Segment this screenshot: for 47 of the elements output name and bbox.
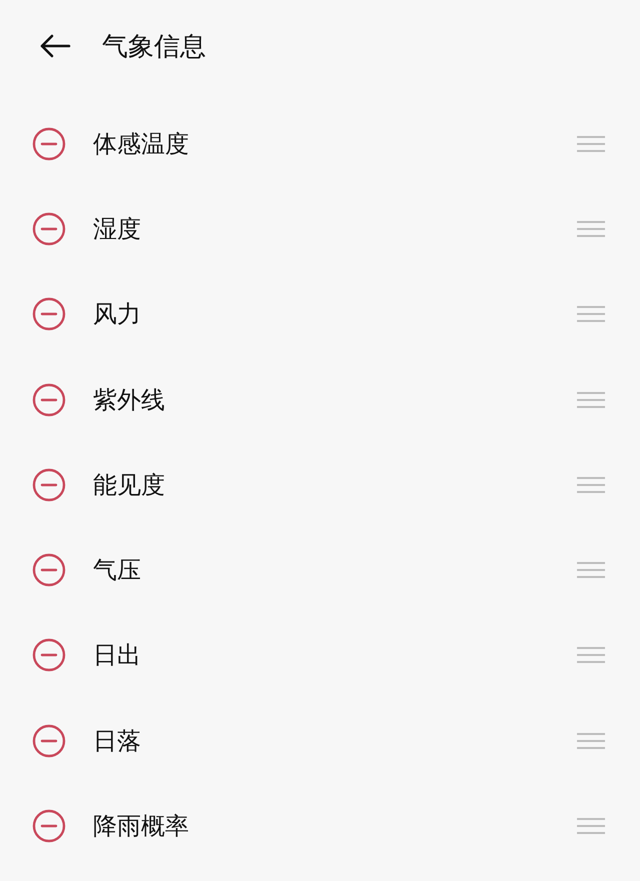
item-label: 紫外线	[93, 384, 166, 416]
drag-handle[interactable]	[576, 817, 606, 836]
minus-circle-icon	[32, 468, 66, 502]
remove-button[interactable]	[32, 382, 66, 417]
item-label: 气压	[93, 555, 142, 586]
drag-handle-icon	[576, 220, 606, 238]
drag-handle[interactable]	[576, 390, 606, 409]
minus-circle-icon	[32, 638, 66, 672]
drag-handle-icon	[576, 476, 606, 494]
drag-handle[interactable]	[576, 561, 606, 580]
drag-handle-icon	[576, 817, 606, 836]
item-label: 体感温度	[93, 128, 190, 160]
remove-button[interactable]	[32, 468, 66, 502]
minus-circle-icon	[32, 809, 66, 844]
drag-handle-icon	[576, 134, 606, 153]
page-title: 气象信息	[102, 30, 206, 64]
remove-button[interactable]	[32, 553, 66, 588]
item-label: 能见度	[93, 470, 166, 501]
drag-handle[interactable]	[576, 732, 606, 750]
item-label: 日落	[93, 726, 142, 757]
drag-handle[interactable]	[576, 646, 606, 664]
item-label: 降雨概率	[93, 811, 190, 842]
drag-handle[interactable]	[576, 220, 606, 238]
back-arrow-icon	[39, 34, 71, 58]
item-label: 风力	[93, 299, 142, 330]
drag-handle-icon	[576, 732, 606, 750]
minus-circle-icon	[32, 212, 66, 246]
minus-circle-icon	[32, 553, 66, 588]
drag-handle-icon	[576, 390, 606, 409]
drag-handle-icon	[576, 305, 606, 324]
remove-button[interactable]	[32, 638, 66, 672]
minus-circle-icon	[32, 724, 66, 758]
drag-handle-icon	[576, 646, 606, 664]
drag-handle[interactable]	[576, 476, 606, 494]
remove-button[interactable]	[32, 724, 66, 758]
minus-circle-icon	[32, 382, 66, 417]
drag-handle-icon	[576, 561, 606, 580]
remove-button[interactable]	[32, 212, 66, 246]
minus-circle-icon	[32, 297, 66, 332]
remove-button[interactable]	[32, 297, 66, 332]
item-label: 日出	[93, 640, 142, 672]
drag-handle[interactable]	[576, 305, 606, 324]
remove-button[interactable]	[32, 809, 66, 844]
drag-handle[interactable]	[576, 134, 606, 153]
remove-button[interactable]	[32, 126, 66, 161]
item-label: 湿度	[93, 214, 142, 245]
minus-circle-icon	[32, 126, 66, 161]
